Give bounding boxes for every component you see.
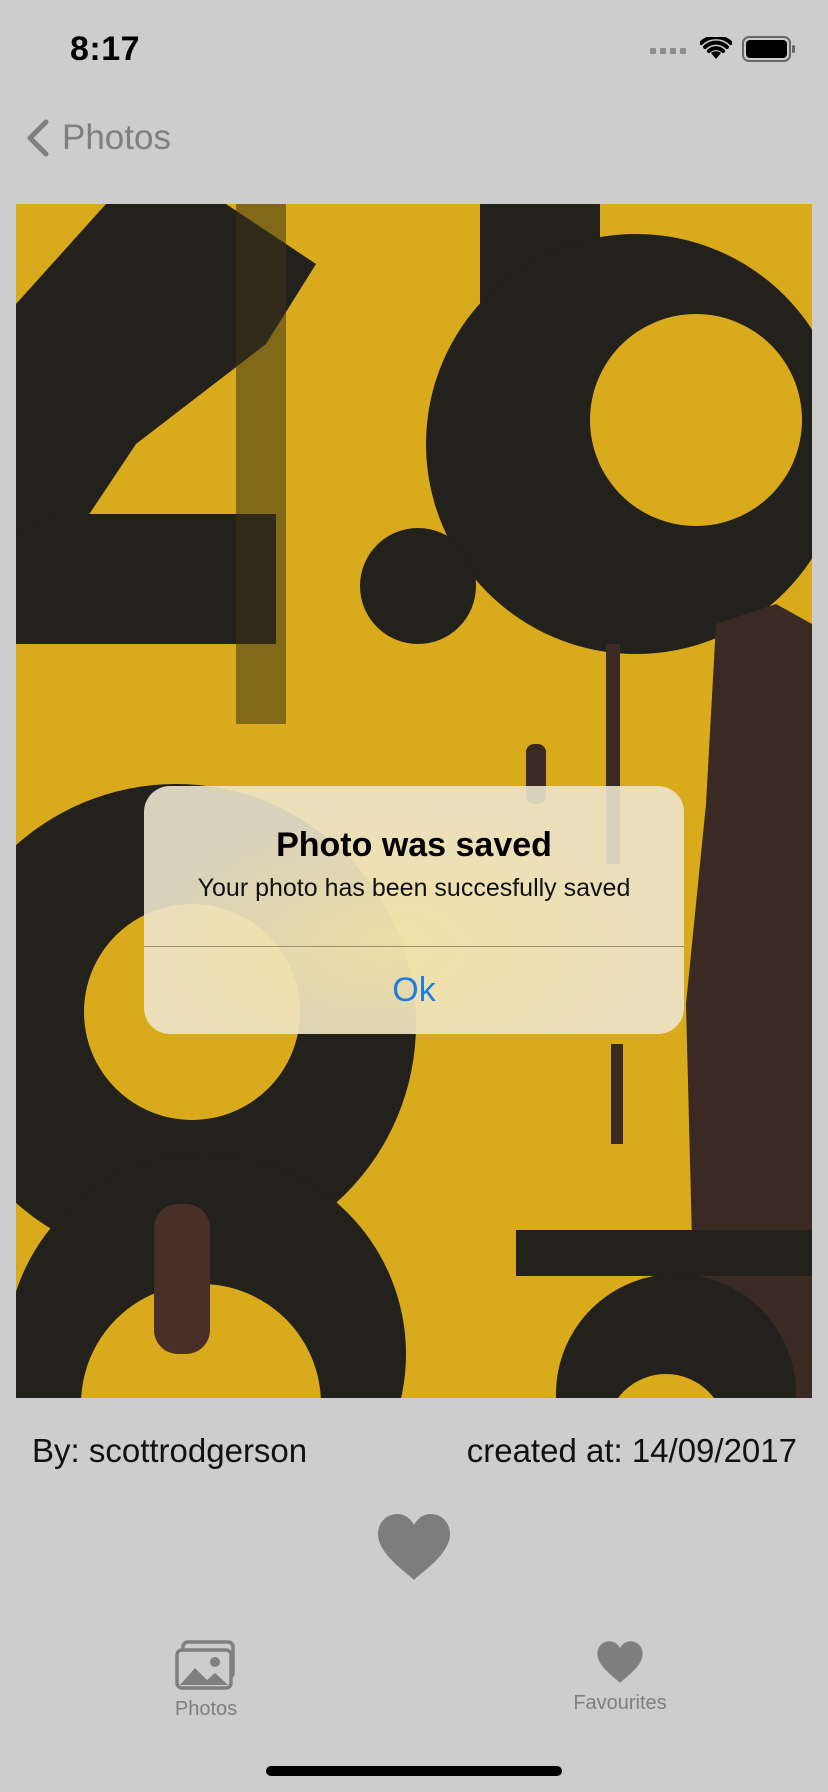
wifi-icon [700,37,732,59]
alert-message: Your photo has been succesfully saved [197,874,631,902]
author-label: By: scottrodgerson [32,1432,308,1469]
battery-icon [742,36,795,62]
tab-favourites[interactable]: Favourites [560,1640,680,1715]
alert-dialog: Photo was saved Your photo has been succ… [144,786,684,1034]
signal-icon [650,48,686,54]
photos-icon [175,1640,235,1690]
tab-favourites-label: Favourites [573,1692,667,1714]
heart-icon [378,1514,450,1580]
status-bar: 8:17 [0,0,828,100]
tab-photos-label: Photos [174,1698,238,1720]
navigation-bar: Photos [0,100,828,200]
chevron-left-icon [27,119,49,157]
favourite-button[interactable] [376,1512,452,1582]
heart-icon [597,1641,643,1683]
created-date-label: created at: 14/09/2017 [466,1432,797,1469]
back-button-label: Photos [62,118,171,157]
status-icons [650,36,796,62]
back-button[interactable]: Photos [22,118,171,158]
tab-photos[interactable]: Photos [156,1640,256,1721]
photo-meta: By: scottrodgerson created at: 14/09/201… [0,1424,828,1480]
home-indicator[interactable] [266,1766,562,1776]
alert-title: Photo was saved [276,826,552,864]
status-time: 8:17 [70,30,141,68]
alert-ok-button[interactable]: Ok [144,947,684,1034]
